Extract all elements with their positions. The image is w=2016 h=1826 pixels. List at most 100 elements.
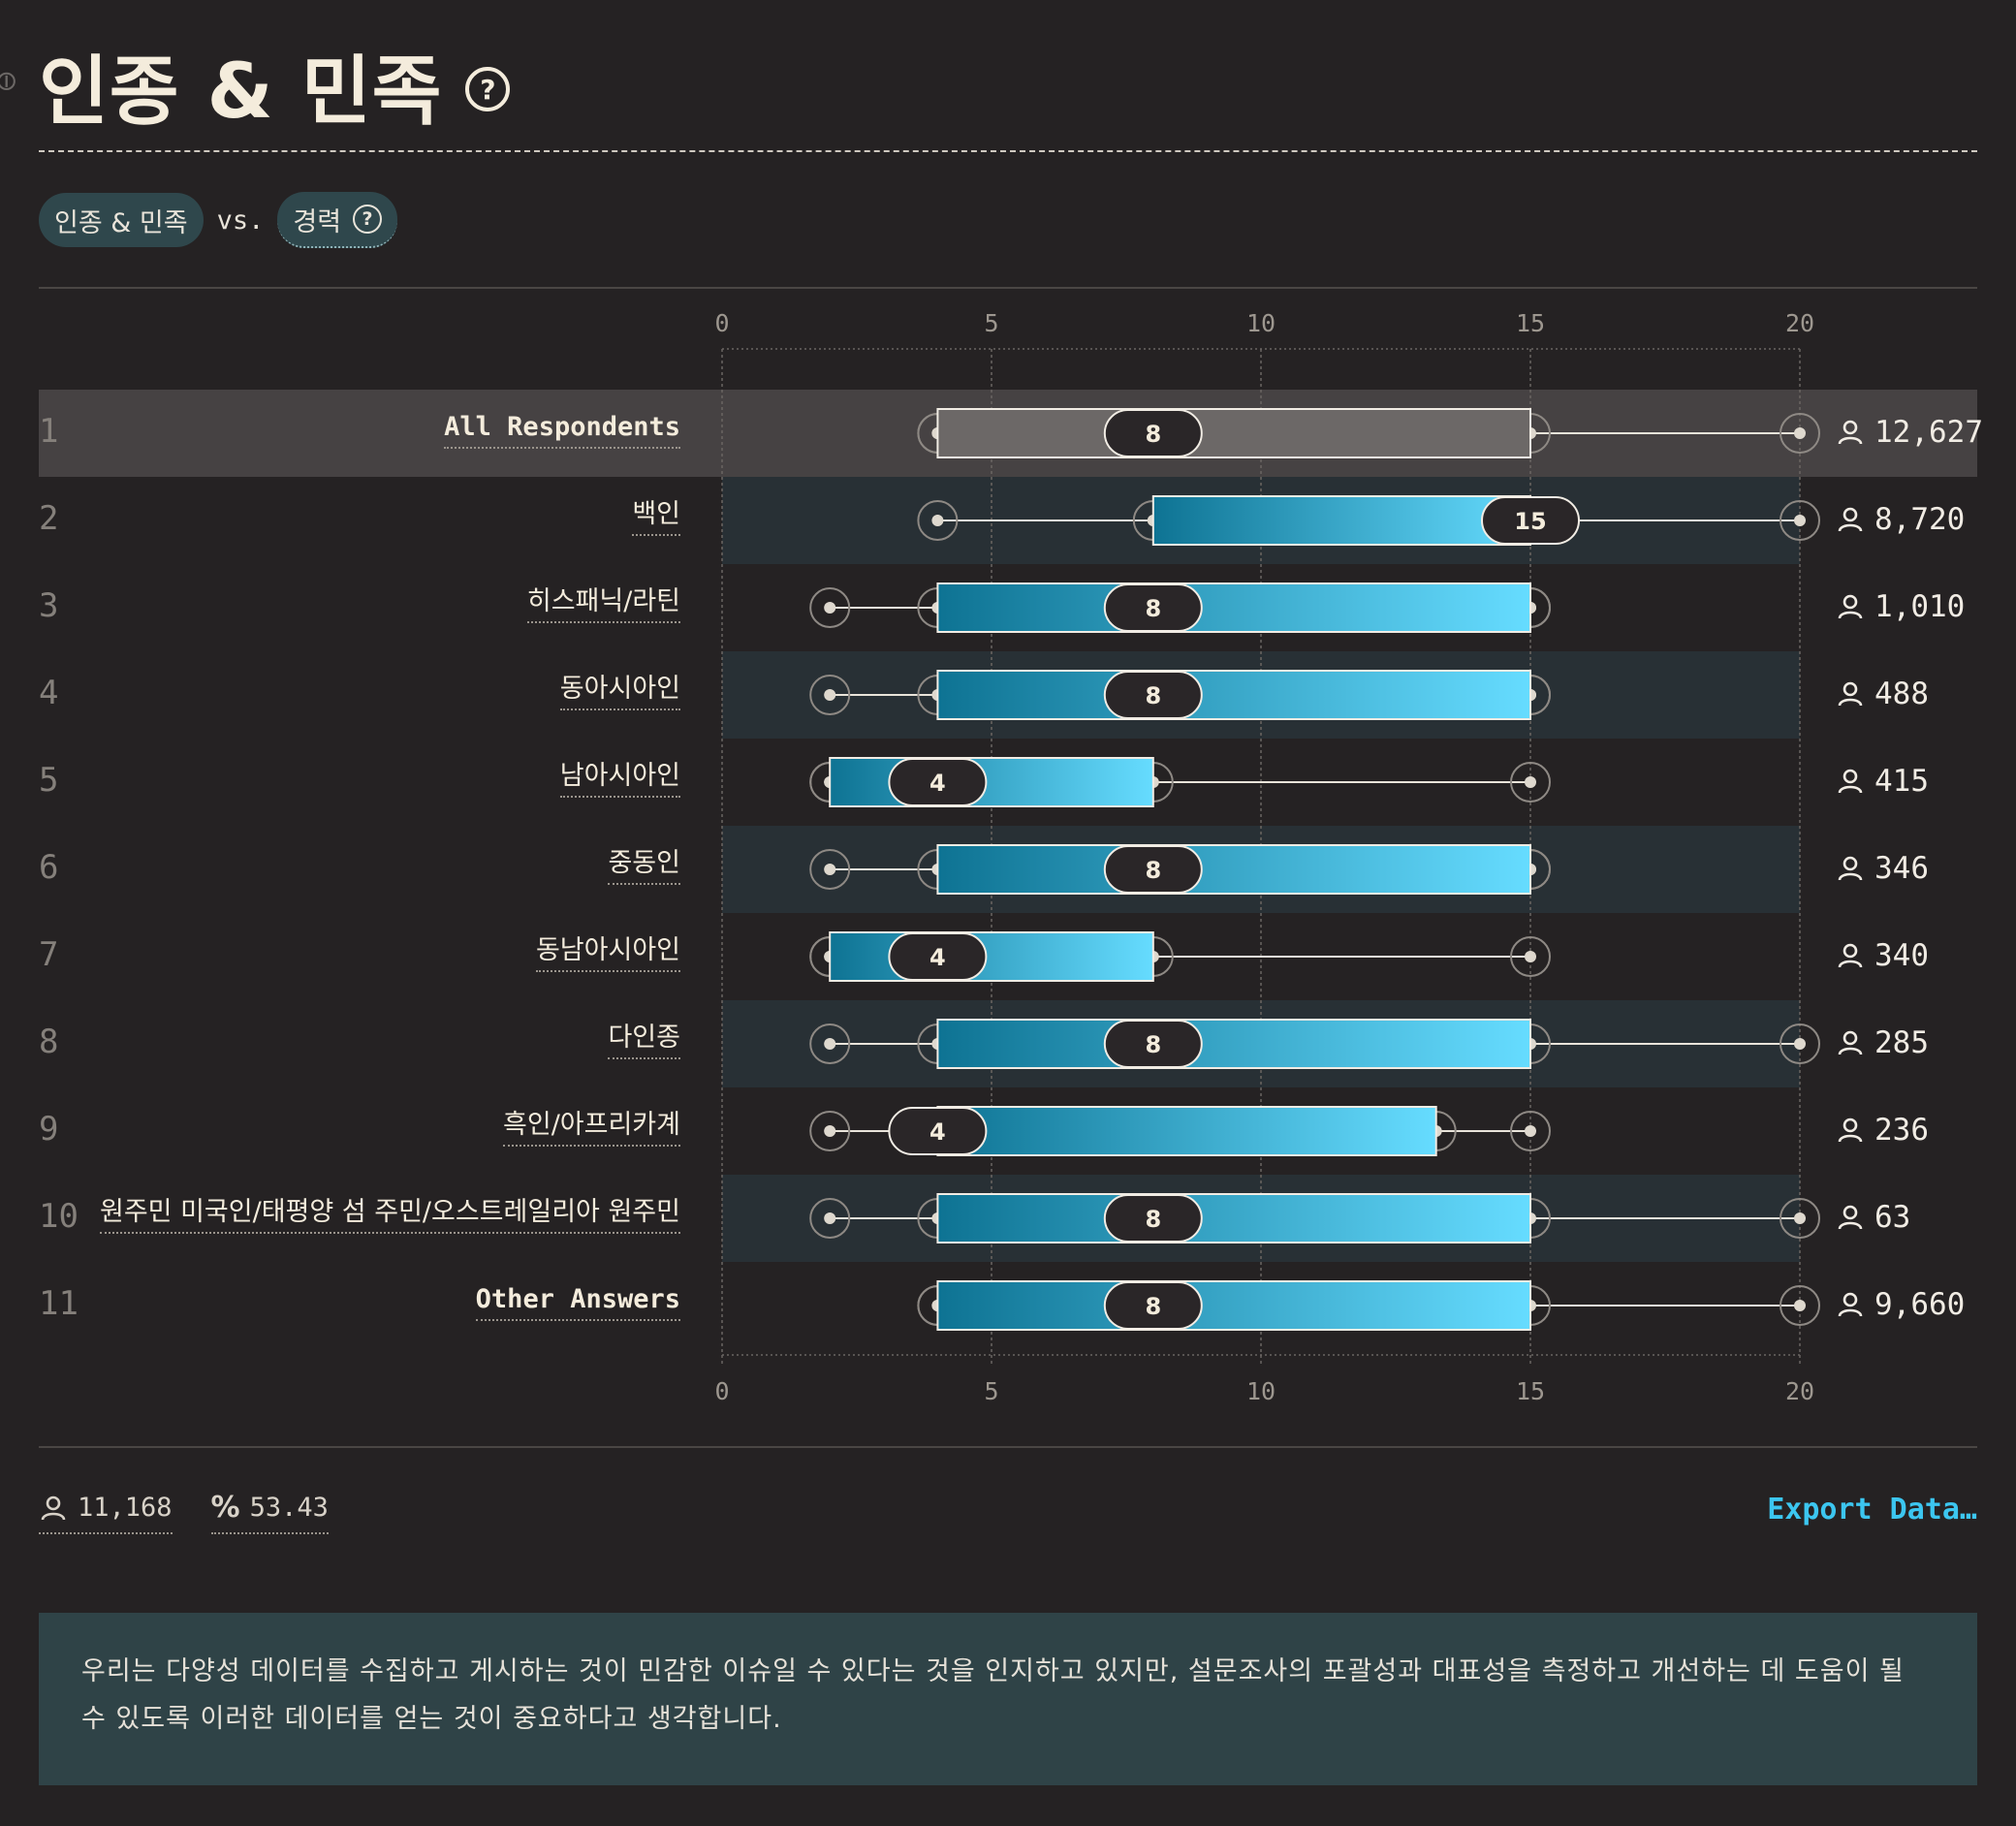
iqr-box <box>829 757 1154 807</box>
row-label[interactable]: 히스패닉/라틴 <box>526 586 680 623</box>
help-circle-icon[interactable]: ? <box>465 67 511 111</box>
row-count-value: 340 <box>1874 938 1929 973</box>
row-label[interactable]: Other Answers <box>475 1284 680 1321</box>
vs-label: vs. <box>216 205 265 236</box>
row-count-value: 12,627 <box>1874 415 1983 450</box>
person-icon <box>1838 856 1863 881</box>
row-rank: 10 <box>39 1197 79 1236</box>
iqr-box <box>936 582 1531 633</box>
row-count-value: 415 <box>1874 764 1929 799</box>
row-rank: 11 <box>39 1284 79 1323</box>
row-count: 9,660 <box>1836 1287 1965 1322</box>
boxplot-chart: 0 0 5 5 10 10 15 15 20 20 8 15 8 8 4 8 4 8 4 8 8 1 All Respond… <box>39 309 1983 1405</box>
link-icon[interactable]: ⊘ <box>0 58 25 100</box>
comparison-filters: 인종 & 민족 vs. 경력 ? <box>39 192 398 248</box>
row-count-value: 8,720 <box>1874 502 1966 537</box>
row-label[interactable]: 동아시아인 <box>559 674 680 710</box>
x-tick-label-top: 15 <box>1516 309 1545 337</box>
row-count: 63 <box>1836 1200 1910 1235</box>
median-label: 4 <box>929 1118 946 1146</box>
row-label[interactable]: All Respondents <box>444 412 680 449</box>
row-count-value: 63 <box>1874 1200 1911 1235</box>
person-icon <box>1838 594 1863 619</box>
boxplot-row: 15 <box>917 495 1820 546</box>
summary-stats: 11,168 % 53.43 <box>39 1491 329 1534</box>
row-label[interactable]: 중동인 <box>608 848 680 885</box>
boxplot-row: 8 <box>809 844 1551 895</box>
person-icon <box>1838 1292 1863 1317</box>
row-count: 1,010 <box>1836 589 1965 624</box>
median-label: 4 <box>929 770 946 797</box>
page: ⊘ 인종 & 민족 ? 인종 & 민족 vs. 경력 ? 0 0 5 5 10 10 15 1… <box>0 0 1983 1826</box>
row-count: 346 <box>1836 851 1929 886</box>
x-tick-label-bottom: 5 <box>984 1377 998 1405</box>
export-data-link[interactable]: Export Data… <box>1767 1493 1977 1527</box>
iqr-box <box>1151 495 1532 546</box>
help-circle-icon[interactable]: ? <box>353 205 383 234</box>
filter-chip-primary[interactable]: 인종 & 민족 <box>39 193 204 247</box>
x-tick-label-bottom: 0 <box>714 1377 729 1405</box>
person-icon <box>1838 507 1863 532</box>
person-icon <box>1838 943 1863 968</box>
person-icon <box>1838 1030 1863 1055</box>
row-label[interactable]: 다인종 <box>608 1023 680 1059</box>
respondents-stat[interactable]: 11,168 <box>39 1491 173 1534</box>
person-icon <box>1838 681 1863 707</box>
boxplot-row: 8 <box>809 1193 1820 1244</box>
row-rank: 1 <box>39 412 59 451</box>
iqr-box <box>936 408 1531 458</box>
median-label: 8 <box>1145 1031 1161 1058</box>
percent-stat[interactable]: % 53.43 <box>210 1491 329 1534</box>
person-icon <box>1838 1118 1863 1143</box>
divider <box>39 287 1977 289</box>
x-tick-label-top: 5 <box>984 309 998 337</box>
iqr-box <box>936 670 1531 720</box>
x-tick-label-top: 10 <box>1246 309 1276 337</box>
iqr-box <box>829 931 1154 982</box>
boxplot-row: 8 <box>917 1280 1820 1331</box>
median-label: 8 <box>1145 421 1161 448</box>
x-tick-label-bottom: 20 <box>1785 1377 1814 1405</box>
row-label[interactable]: 흑인/아프리카계 <box>503 1110 680 1147</box>
boxplot-row: 8 <box>809 582 1551 633</box>
row-count: 8,720 <box>1836 502 1965 537</box>
person-icon <box>41 1495 66 1520</box>
row-count: 415 <box>1836 764 1929 799</box>
x-tick-label-top: 0 <box>714 309 729 337</box>
median-label: 8 <box>1145 857 1161 884</box>
filter-chip-secondary[interactable]: 경력 ? <box>277 192 398 248</box>
filter-chip-secondary-label: 경력 <box>293 206 342 237</box>
percent-icon: % <box>210 1491 240 1525</box>
row-label[interactable]: 남아시아인 <box>559 761 680 798</box>
row-rank: 9 <box>39 1110 59 1149</box>
row-rank: 2 <box>39 499 59 538</box>
row-label[interactable]: 동남아시아인 <box>535 935 680 972</box>
row-count: 488 <box>1836 677 1929 711</box>
row-count: 340 <box>1836 938 1929 973</box>
filter-chip-primary-label: 인종 & 민족 <box>54 207 188 238</box>
person-icon <box>1838 769 1863 794</box>
row-label[interactable]: 백인 <box>632 499 680 536</box>
iqr-box <box>936 1193 1531 1244</box>
row-label[interactable]: 원주민 미국인/태평양 섬 주민/오스트레일리아 원주민 <box>99 1197 680 1234</box>
iqr-box <box>936 1280 1531 1331</box>
median-label: 4 <box>929 944 946 971</box>
percent-value: 53.43 <box>249 1493 329 1523</box>
respondents-count: 11,168 <box>78 1493 173 1523</box>
diversity-note: 우리는 다양성 데이터를 수집하고 게시하는 것이 민감한 이슈일 수 있다는 … <box>39 1613 1977 1785</box>
boxplot-row: 4 <box>809 931 1551 982</box>
boxplot-row: 4 <box>809 1106 1551 1156</box>
row-rank: 5 <box>39 761 59 800</box>
median-label: 15 <box>1514 508 1546 535</box>
page-title: 인종 & 민족 <box>39 48 443 136</box>
x-tick-label-bottom: 10 <box>1246 1377 1276 1405</box>
row-count: 236 <box>1836 1113 1929 1148</box>
row-count-value: 488 <box>1874 677 1929 711</box>
row-count: 12,627 <box>1836 415 1983 450</box>
row-rank: 7 <box>39 935 59 974</box>
boxplot-svg: 0 0 5 5 10 10 15 15 20 20 8 15 8 8 4 8 4 8 4 8 8 <box>714 309 1820 1405</box>
boxplot-row: 4 <box>809 757 1551 807</box>
row-count: 285 <box>1836 1025 1929 1060</box>
divider <box>39 150 1977 152</box>
row-rank: 4 <box>39 674 59 712</box>
